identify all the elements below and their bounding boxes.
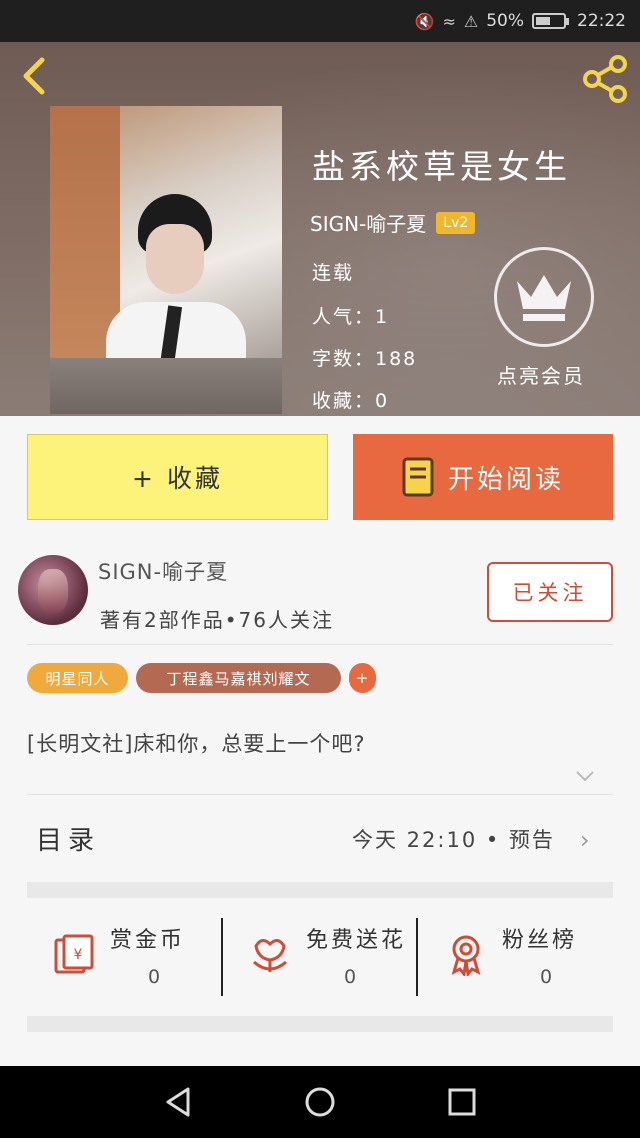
status-bar: 🔇 ≈ ⚠ 50% 22:22 [0, 0, 640, 42]
level-badge: Lv2 [436, 211, 476, 234]
send-flower-label: 免费送花 [306, 928, 407, 953]
tag-characters[interactable]: 丁程鑫马嘉祺刘耀文 [136, 663, 341, 693]
book-status: 连载 [312, 262, 355, 284]
book-title: 盐系校草是女生 [312, 147, 571, 186]
send-flower-value: 0 [344, 966, 357, 988]
author-avatar[interactable] [18, 555, 88, 625]
section-separator [27, 882, 613, 898]
expand-synopsis-button[interactable] [574, 765, 596, 787]
fan-ranking-label: 粉丝榜 [502, 928, 578, 953]
vip-button[interactable] [494, 247, 594, 347]
fan-ranking-value: 0 [540, 966, 553, 988]
book-author[interactable]: SIGN-喻子夏 [310, 208, 426, 237]
start-reading-label: 开始阅读 [447, 464, 564, 495]
book-popularity: 人气：1 [312, 306, 390, 328]
status-time: 22:22 [577, 11, 626, 31]
toc-latest-info[interactable]: 今天 22:10 • 预告 [352, 824, 555, 854]
book-author-line: SIGN-喻子夏 Lv2 [310, 208, 476, 237]
svg-text:¥: ¥ [74, 947, 83, 963]
tag-star-fanfic[interactable]: 明星同人 [27, 663, 128, 693]
share-icon [583, 55, 627, 103]
chevron-left-icon [23, 57, 45, 95]
synopsis: [长明文社]床和你，总要上一个吧? [27, 732, 366, 756]
section-separator [27, 1016, 613, 1032]
divider [221, 918, 223, 996]
send-flower-button[interactable]: 免费送花 0 [226, 918, 422, 998]
flower-icon [253, 939, 287, 972]
divider [416, 918, 418, 996]
square-recents-icon[interactable] [444, 1084, 480, 1120]
divider [27, 794, 613, 795]
crown-icon [517, 275, 571, 321]
collect-button[interactable]: + 收藏 [27, 434, 328, 520]
alert-icon: ⚠ [463, 11, 479, 31]
book-cover[interactable] [50, 106, 282, 414]
triangle-back-icon[interactable] [160, 1084, 196, 1120]
fan-ranking-button[interactable]: 粉丝榜 0 [422, 918, 618, 998]
book-collect-count: 收藏：0 [312, 390, 390, 412]
author-stats: 著有2部作品•76人关注 [100, 608, 334, 632]
mute-icon: 🔇 [414, 11, 435, 31]
system-nav-bar [0, 1066, 640, 1138]
red-envelope-icon: ¥ [54, 934, 94, 974]
battery-percent: 50% [486, 11, 524, 31]
reward-coins-button[interactable]: ¥ 赏金币 0 [30, 918, 226, 998]
share-button[interactable] [580, 54, 630, 104]
back-button[interactable] [14, 56, 54, 96]
medal-icon [451, 935, 481, 976]
vip-label: 点亮会员 [497, 364, 585, 388]
reward-coins-value: 0 [148, 966, 161, 988]
follow-button[interactable]: 已关注 [487, 562, 613, 622]
add-tag-button[interactable]: + [349, 663, 376, 693]
circle-home-icon[interactable] [302, 1084, 338, 1120]
chevron-right-icon[interactable]: › [580, 826, 590, 854]
book-icon [402, 457, 434, 497]
wifi-icon: ≈ [442, 11, 456, 31]
author-name[interactable]: SIGN-喻子夏 [98, 556, 228, 586]
reward-coins-label: 赏金币 [110, 928, 186, 953]
book-word-count: 字数：188 [312, 348, 418, 370]
chevron-down-icon [576, 771, 594, 782]
start-reading-button[interactable]: 开始阅读 [353, 434, 613, 520]
divider [27, 644, 613, 645]
battery-icon [532, 13, 566, 29]
toc-label[interactable]: 目录 [36, 820, 100, 857]
book-header: 盐系校草是女生 SIGN-喻子夏 Lv2 连载 人气：1 字数：188 收藏：0… [0, 42, 640, 416]
